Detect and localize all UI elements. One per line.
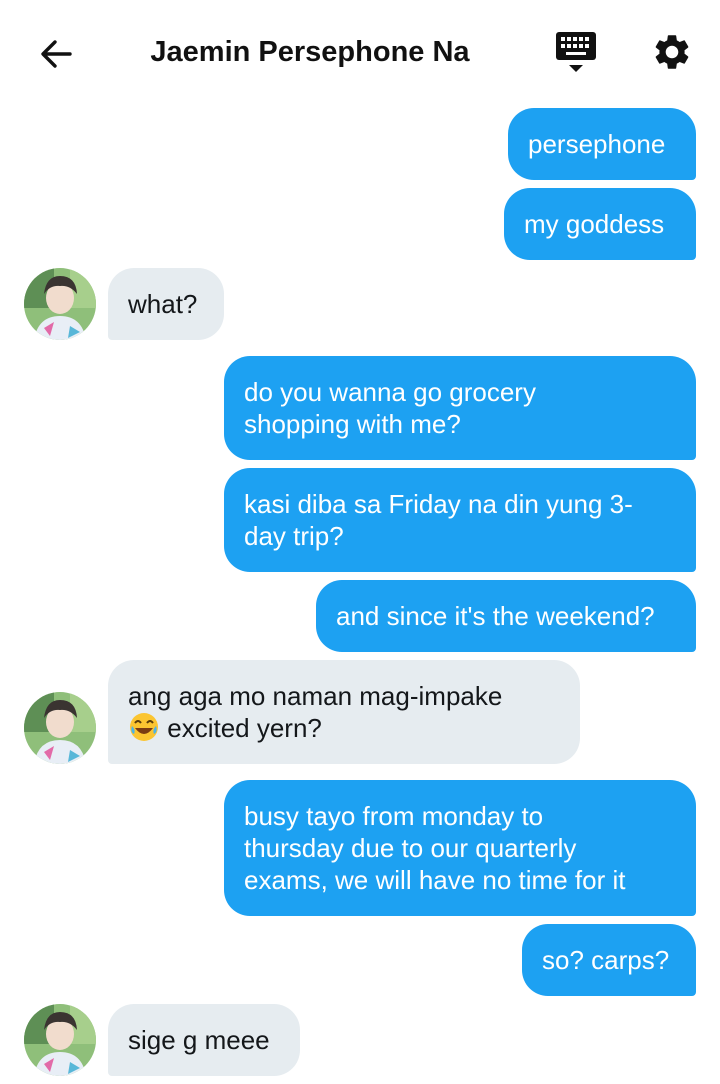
keyboard-toggle-button[interactable] (552, 30, 600, 78)
chat-header: Jaemin Persephone Na (0, 0, 720, 100)
contact-photo (24, 692, 96, 764)
message-text: persephone (528, 129, 666, 159)
message-line: excited yern? (128, 712, 560, 749)
message-text: excited yern? (167, 713, 322, 743)
message-text: what? (128, 289, 198, 319)
keyboard-icon (556, 32, 596, 72)
message-text: shopping with me? (244, 409, 461, 439)
incoming-message[interactable]: ang aga mo naman mag-impake excited yern… (108, 660, 580, 764)
avatar[interactable] (24, 268, 96, 340)
message-text: exams, we will have no time for it (244, 865, 626, 895)
message-text: sige g meee (128, 1025, 270, 1055)
message-text: ang aga mo naman mag-impake (128, 681, 503, 711)
chat-title: Jaemin Persephone Na (150, 36, 470, 68)
contact-photo (24, 1004, 96, 1076)
back-button[interactable] (32, 30, 80, 78)
message-text: busy tayo from monday to (244, 801, 544, 831)
outgoing-message[interactable]: so? carps? (522, 924, 696, 996)
settings-button[interactable] (648, 28, 696, 76)
message-text: kasi diba sa Friday na din yung 3- (244, 489, 633, 519)
message-text: my goddess (524, 209, 665, 239)
laughing-emoji (128, 712, 160, 749)
incoming-message[interactable]: sige g meee (108, 1004, 300, 1076)
outgoing-message[interactable]: and since it's the weekend? (316, 580, 696, 652)
outgoing-message[interactable]: do you wanna go grocery shopping with me… (224, 356, 696, 460)
arrow-left-icon (41, 40, 72, 68)
outgoing-message[interactable]: busy tayo from monday to thursday due to… (224, 780, 696, 916)
outgoing-message[interactable]: persephone (508, 108, 696, 180)
message-text: day trip? (244, 521, 344, 551)
message-text: and since it's the weekend? (336, 601, 655, 631)
message-text: so? carps? (542, 945, 670, 975)
outgoing-message[interactable]: kasi diba sa Friday na din yung 3- day t… (224, 468, 696, 572)
message-text: thursday due to our quarterly (244, 833, 577, 863)
avatar[interactable] (24, 692, 96, 764)
message-text: do you wanna go grocery (244, 377, 536, 407)
incoming-message[interactable]: what? (108, 268, 224, 340)
outgoing-message[interactable]: my goddess (504, 188, 696, 260)
contact-photo (24, 268, 96, 340)
gear-icon (655, 35, 689, 69)
avatar[interactable] (24, 1004, 96, 1076)
